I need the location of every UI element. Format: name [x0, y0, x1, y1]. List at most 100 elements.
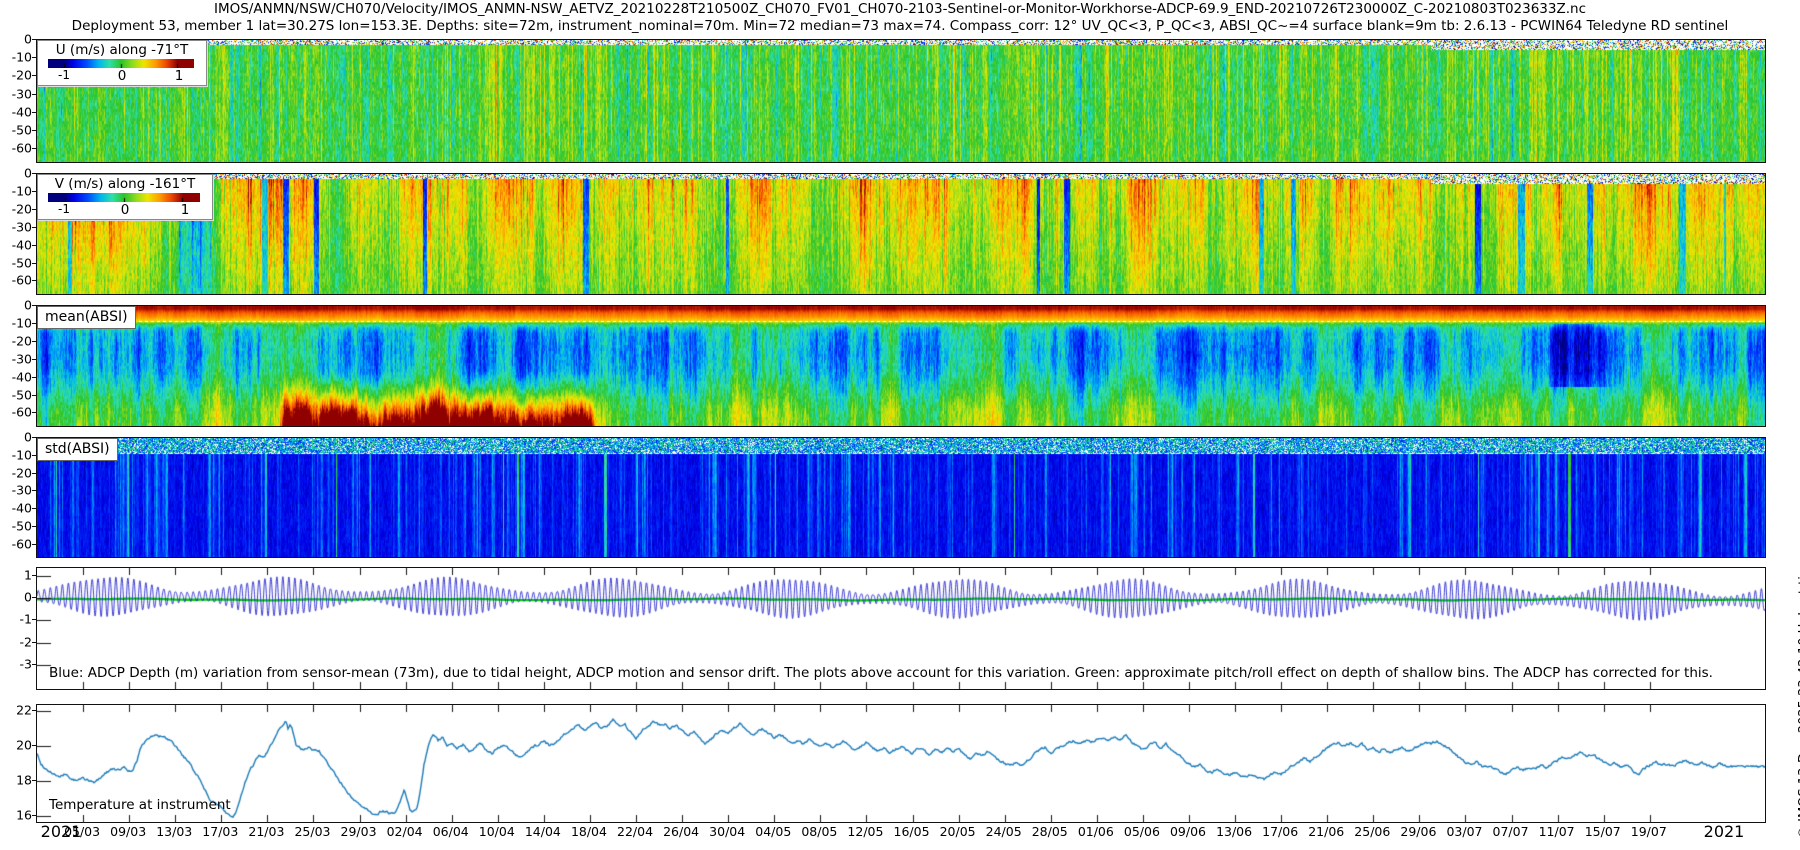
panel-std-absi — [36, 437, 1766, 558]
panel-temperature: Temperature at instrument — [36, 704, 1766, 823]
legend-u-title: U (m/s) along -71°T — [38, 41, 206, 58]
y-tick-label: 0 — [4, 32, 32, 47]
x-axis-year-left: 2021 — [41, 822, 82, 841]
x-tick-label: 25/03 — [294, 824, 330, 839]
x-tick-label: 28/05 — [1032, 824, 1068, 839]
legend-v-title: V (m/s) along -161°T — [38, 175, 212, 192]
std-absi-label: std(ABSI) — [37, 438, 118, 461]
y-tick-mark — [32, 490, 36, 491]
y-tick-label: 0 — [4, 430, 32, 445]
y-tick-mark — [32, 745, 36, 746]
y-tick-mark — [32, 130, 36, 131]
x-tick-label: 21/06 — [1308, 824, 1344, 839]
x-tick-label: 20/05 — [940, 824, 976, 839]
y-tick-label: -10 — [4, 183, 32, 198]
x-tick-label: 17/06 — [1262, 824, 1298, 839]
x-tick-label: 04/05 — [755, 824, 791, 839]
x-tick-label: 29/03 — [341, 824, 377, 839]
temperature-plot — [37, 705, 1765, 822]
y-tick-mark — [32, 148, 36, 149]
y-tick-mark — [32, 508, 36, 509]
y-tick-label: 0 — [4, 166, 32, 181]
x-tick-label: 01/06 — [1078, 824, 1114, 839]
y-tick-mark — [32, 455, 36, 456]
y-tick-label: -30 — [4, 483, 32, 498]
y-tick-label: -50 — [4, 123, 32, 138]
y-tick-label: -30 — [4, 219, 32, 234]
colorbar-u — [48, 59, 194, 68]
y-tick-mark — [32, 619, 36, 620]
y-tick-label: -50 — [4, 255, 32, 270]
x-tick-label: 18/04 — [571, 824, 607, 839]
y-tick-label: 0 — [4, 298, 32, 313]
colorbar-u-ticks: -1 0 1 — [38, 68, 206, 82]
y-tick-label: -30 — [4, 351, 32, 366]
colorbar-tick: 1 — [0, 68, 1043, 84]
y-tick-label: -50 — [4, 387, 32, 402]
y-tick-label: 0 — [4, 590, 32, 605]
x-tick-label: 02/04 — [387, 824, 423, 839]
legend-u-velocity: U (m/s) along -71°T -1 0 1 — [37, 40, 207, 86]
panel-u-velocity — [36, 39, 1766, 163]
y-tick-label: -40 — [4, 369, 32, 384]
y-tick-mark — [32, 359, 36, 360]
y-tick-mark — [32, 642, 36, 643]
x-tick-label: 12/05 — [847, 824, 883, 839]
x-tick-label: 19/07 — [1631, 824, 1667, 839]
y-tick-mark — [32, 112, 36, 113]
y-tick-mark — [32, 815, 36, 816]
y-tick-label: 1 — [4, 567, 32, 582]
x-tick-label: 16/05 — [894, 824, 930, 839]
y-tick-mark — [32, 412, 36, 413]
y-tick-mark — [32, 710, 36, 711]
y-tick-mark — [32, 39, 36, 40]
x-tick-label: 14/04 — [525, 824, 561, 839]
y-tick-label: 20 — [4, 738, 32, 753]
y-tick-mark — [32, 575, 36, 576]
x-tick-label: 06/04 — [433, 824, 469, 839]
y-tick-mark — [32, 57, 36, 58]
y-tick-label: 22 — [4, 703, 32, 718]
x-tick-label: 09/03 — [110, 824, 146, 839]
y-tick-label: 16 — [4, 808, 32, 823]
y-tick-label: -40 — [4, 104, 32, 119]
figure-root: IMOS/ANMN/NSW/CH070/Velocity/IMOS_ANMN-N… — [0, 0, 1800, 850]
y-tick-label: -20 — [4, 333, 32, 348]
figure-subtitle-deployment: Deployment 53, member 1 lat=30.27S lon=1… — [36, 18, 1764, 34]
std-absi-heatmap — [37, 438, 1765, 557]
x-tick-label: 11/07 — [1539, 824, 1575, 839]
colorbar-v-ticks: -1 0 1 — [38, 202, 212, 216]
x-tick-label: 10/04 — [479, 824, 515, 839]
y-tick-mark — [32, 191, 36, 192]
mean-absi-heatmap — [37, 306, 1765, 426]
x-tick-label: 07/07 — [1493, 824, 1529, 839]
x-tick-label: 22/04 — [617, 824, 653, 839]
colorbar-tick: 1 — [0, 202, 1049, 218]
y-tick-mark — [32, 544, 36, 545]
panel-v-velocity — [36, 173, 1766, 295]
y-tick-mark — [32, 341, 36, 342]
x-tick-label: 09/06 — [1170, 824, 1206, 839]
panel-depth-variation: Blue: ADCP Depth (m) variation from sens… — [36, 567, 1766, 690]
x-tick-label: 25/06 — [1354, 824, 1390, 839]
y-tick-label: -60 — [4, 141, 32, 156]
x-tick-label: 30/04 — [709, 824, 745, 839]
x-tick-label: 15/07 — [1585, 824, 1621, 839]
y-tick-mark — [32, 245, 36, 246]
y-tick-label: -50 — [4, 518, 32, 533]
v-velocity-heatmap — [37, 174, 1765, 294]
y-tick-label: -60 — [4, 273, 32, 288]
colorbar-v — [48, 193, 200, 202]
y-tick-label: -2 — [4, 634, 32, 649]
depth-variation-annotation: Blue: ADCP Depth (m) variation from sens… — [49, 665, 1713, 681]
y-tick-mark — [32, 173, 36, 174]
y-tick-label: -40 — [4, 237, 32, 252]
y-tick-mark — [32, 780, 36, 781]
y-tick-label: -60 — [4, 405, 32, 420]
y-tick-mark — [32, 437, 36, 438]
x-tick-label: 17/03 — [202, 824, 238, 839]
y-tick-label: -3 — [4, 656, 32, 671]
y-tick-label: -20 — [4, 465, 32, 480]
y-tick-label: -10 — [4, 50, 32, 65]
x-tick-label: 13/06 — [1216, 824, 1252, 839]
